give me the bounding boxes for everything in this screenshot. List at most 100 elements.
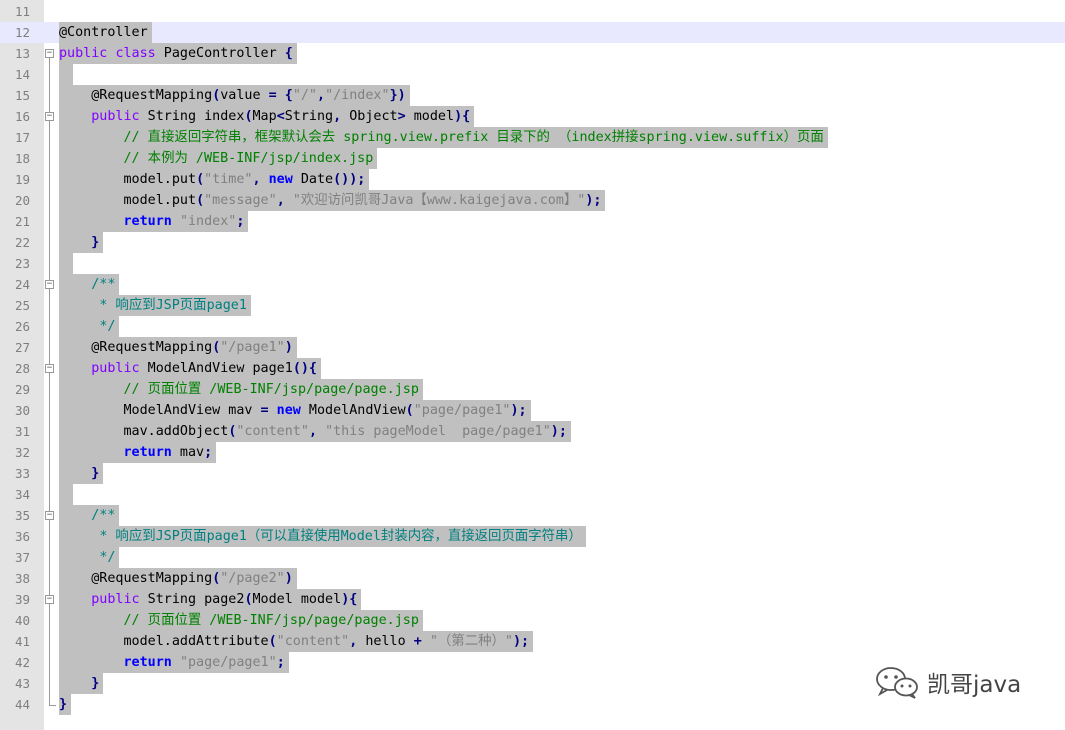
code-line[interactable]: 29 // 页面位置 /WEB-INF/jsp/page/page.jsp xyxy=(0,379,1065,400)
line-number: 25 xyxy=(14,298,30,313)
code-token: (){ xyxy=(292,361,317,376)
code-line[interactable]: 30 ModelAndView mav = new ModelAndView("… xyxy=(0,400,1065,421)
code-line[interactable]: 15 @RequestMapping(value = {"/","/index"… xyxy=(0,85,1065,106)
code-token: Model model xyxy=(252,592,342,607)
code-line[interactable]: 16− public String index(Map<String, Obje… xyxy=(0,106,1065,127)
line-number: 16 xyxy=(14,109,30,124)
code-token: ( xyxy=(196,193,205,208)
code-line[interactable]: 34 xyxy=(0,484,1065,505)
code-line[interactable]: 39− public String page2(Model model){ xyxy=(0,589,1065,610)
code-token: { xyxy=(284,88,293,103)
fold-toggle-icon[interactable]: − xyxy=(44,274,58,295)
code-token: hello xyxy=(357,634,414,649)
fold-guide xyxy=(44,652,58,673)
code-line[interactable]: 13− public class PageController { xyxy=(0,43,1065,64)
code-line[interactable]: 40 // 页面位置 /WEB-INF/jsp/page/page.jsp xyxy=(0,610,1065,631)
code-token: model.put xyxy=(59,193,197,208)
line-number: 20 xyxy=(14,193,30,208)
code-line[interactable]: 28− public ModelAndView page1(){ xyxy=(0,358,1065,379)
fold-guide xyxy=(44,148,58,169)
code-line[interactable]: 14 xyxy=(0,64,1065,85)
fold-guide xyxy=(44,64,58,85)
code-line[interactable]: 21 return "index"; xyxy=(0,211,1065,232)
line-number: 28 xyxy=(14,361,30,376)
code-line[interactable]: 31 mav.addObject("content", "this pageMo… xyxy=(0,421,1065,442)
fold-toggle-icon[interactable]: − xyxy=(44,358,58,379)
code-line[interactable]: 12 @Controller xyxy=(0,22,1065,43)
code-line[interactable]: 32 return mav; xyxy=(0,442,1065,463)
code-line[interactable]: 37 */ xyxy=(0,547,1065,568)
code-token: // 本例为 /WEB-INF/jsp/index.jsp xyxy=(123,151,374,166)
code-line[interactable]: 11 xyxy=(0,1,1065,22)
fold-guide xyxy=(44,190,58,211)
code-token: String page2 xyxy=(139,592,245,607)
fold-guide xyxy=(44,568,58,589)
fold-toggle-icon[interactable]: − xyxy=(44,106,58,127)
code-token: , xyxy=(308,424,317,439)
line-number: 27 xyxy=(14,340,30,355)
code-line[interactable]: 23 xyxy=(0,253,1065,274)
code-line[interactable]: 26 */ xyxy=(0,316,1065,337)
code-line[interactable]: 33 } xyxy=(0,463,1065,484)
fold-guide xyxy=(44,379,58,400)
code-line[interactable]: 18 // 本例为 /WEB-INF/jsp/index.jsp xyxy=(0,148,1065,169)
code-text: public String page2(Model model){ xyxy=(59,589,362,610)
fold-blank xyxy=(44,22,58,43)
code-token: ; xyxy=(236,214,245,229)
fold-toggle-icon[interactable]: − xyxy=(44,505,58,526)
fold-toggle-icon[interactable]: − xyxy=(44,589,58,610)
line-number: 13 xyxy=(14,46,30,61)
code-editor[interactable]: 11 12 @Controller 13− public class PageContr… xyxy=(0,0,1065,730)
code-token: "/page2" xyxy=(220,571,285,586)
code-text: @RequestMapping("/page1") xyxy=(59,337,297,358)
code-line[interactable]: 36 * 响应到JSP页面page1（可以直接使用Model封装内容，直接返回页… xyxy=(0,526,1065,547)
code-line[interactable]: 25 * 响应到JSP页面page1 xyxy=(0,295,1065,316)
code-token: value xyxy=(220,88,269,103)
code-line[interactable]: 22 } xyxy=(0,232,1065,253)
code-token: Map xyxy=(252,109,277,124)
line-number: 15 xyxy=(14,88,30,103)
code-token: */ xyxy=(99,550,116,565)
code-line[interactable]: 24− /** xyxy=(0,274,1065,295)
code-token: ( xyxy=(196,172,205,187)
line-number: 21 xyxy=(14,214,30,229)
code-text: model.addAttribute("content", hello + "（… xyxy=(59,631,534,652)
line-number: 41 xyxy=(14,634,30,649)
code-line[interactable]: 38 @RequestMapping("/page2") xyxy=(0,568,1065,589)
code-line[interactable]: 35− /** xyxy=(0,505,1065,526)
fold-guide xyxy=(44,526,58,547)
code-line[interactable]: 17 // 直接返回字符串，框架默认会去 spring.view.prefix … xyxy=(0,127,1065,148)
code-text: public class PageController { xyxy=(59,43,297,64)
code-token: public xyxy=(91,592,140,607)
code-token: , xyxy=(276,193,285,208)
line-number: 44 xyxy=(14,697,30,712)
code-text: public ModelAndView page1(){ xyxy=(59,358,321,379)
fold-toggle-icon[interactable]: − xyxy=(44,43,58,64)
code-token: return xyxy=(123,445,172,460)
code-line[interactable]: 41 model.addAttribute("content", hello +… xyxy=(0,631,1065,652)
code-token: Object xyxy=(341,109,398,124)
code-token: ){ xyxy=(341,592,358,607)
code-token: , xyxy=(333,109,342,124)
code-text: public String index(Map<String, Object> … xyxy=(59,106,475,127)
code-token: return xyxy=(123,214,172,229)
fold-guide xyxy=(44,610,58,631)
code-text: @RequestMapping(value = {"/","/index"}) xyxy=(59,85,410,106)
fold-blank xyxy=(44,1,58,22)
code-line[interactable]: 20 model.put("message", "欢迎访问凯哥Java【www.… xyxy=(0,190,1065,211)
line-number: 26 xyxy=(14,319,30,334)
code-line[interactable]: 19 model.put("time", new Date()); xyxy=(0,169,1065,190)
code-line[interactable]: 27 @RequestMapping("/page1") xyxy=(0,337,1065,358)
fold-guide xyxy=(44,442,58,463)
code-token: ); xyxy=(550,424,567,439)
